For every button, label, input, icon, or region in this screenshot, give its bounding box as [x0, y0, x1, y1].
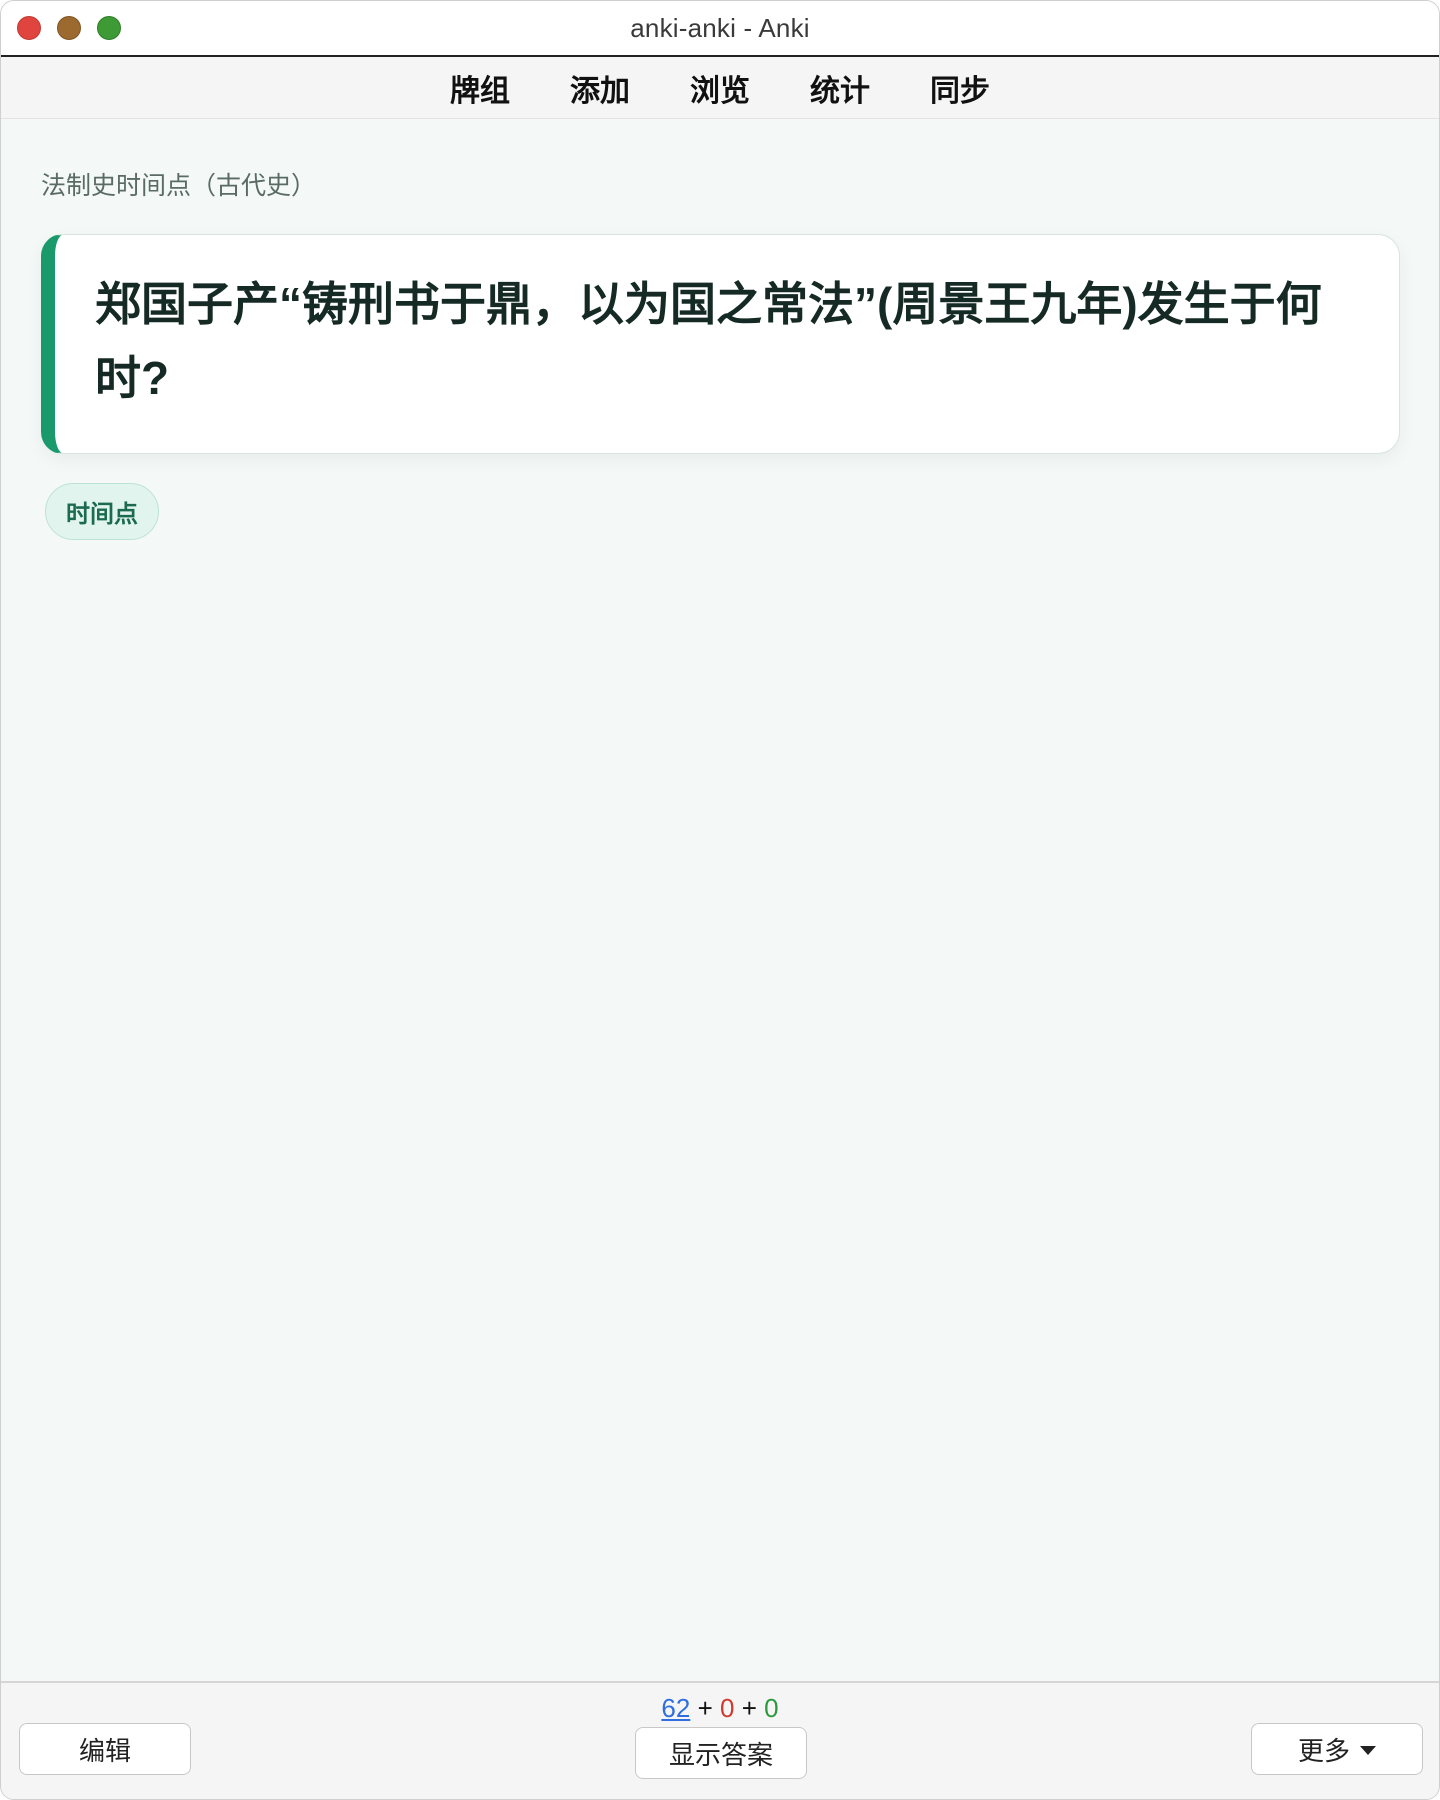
- toolbar-sync[interactable]: 同步: [928, 66, 992, 110]
- due-counts: 62 + 0 + 0: [1, 1693, 1439, 1724]
- toolbar-decks[interactable]: 牌组: [448, 66, 512, 110]
- main-toolbar: 牌组 添加 浏览 统计 同步: [1, 57, 1439, 119]
- toolbar-stats[interactable]: 统计: [808, 66, 872, 110]
- card-tag: 时间点: [45, 483, 159, 540]
- review-bottom-bar: 62 + 0 + 0 编辑 显示答案 更多: [1, 1681, 1439, 1799]
- title-bar: anki-anki - Anki: [1, 1, 1439, 57]
- question-text: 郑国子产“铸刑书于鼎，以为国之常法”(周景王九年)发生于何时?: [95, 278, 1322, 404]
- deck-path: 法制史时间点（古代史）: [41, 172, 317, 200]
- new-count[interactable]: 62: [661, 1693, 690, 1723]
- more-button[interactable]: 更多: [1251, 1723, 1423, 1775]
- learn-count: 0: [719, 1693, 735, 1723]
- caret-down-icon: [1360, 1745, 1376, 1755]
- more-label: 更多: [1297, 1735, 1350, 1766]
- edit-button[interactable]: 编辑: [19, 1723, 191, 1775]
- toolbar-add[interactable]: 添加: [568, 66, 632, 110]
- count-separator: +: [697, 1693, 713, 1723]
- review-count: 0: [764, 1693, 779, 1723]
- count-separator: +: [741, 1693, 757, 1723]
- window-title: anki-anki - Anki: [630, 13, 810, 43]
- review-area: 法制史时间点（古代史） 郑国子产“铸刑书于鼎，以为国之常法”(周景王九年)发生于…: [1, 120, 1439, 1680]
- question-card: 郑国子产“铸刑书于鼎，以为国之常法”(周景王九年)发生于何时?: [41, 234, 1400, 454]
- toolbar-browse[interactable]: 浏览: [688, 66, 752, 110]
- show-answer-button[interactable]: 显示答案: [635, 1727, 807, 1779]
- anki-window: anki-anki - Anki 牌组 添加 浏览 统计 同步 法制史时间点（古…: [0, 0, 1440, 1800]
